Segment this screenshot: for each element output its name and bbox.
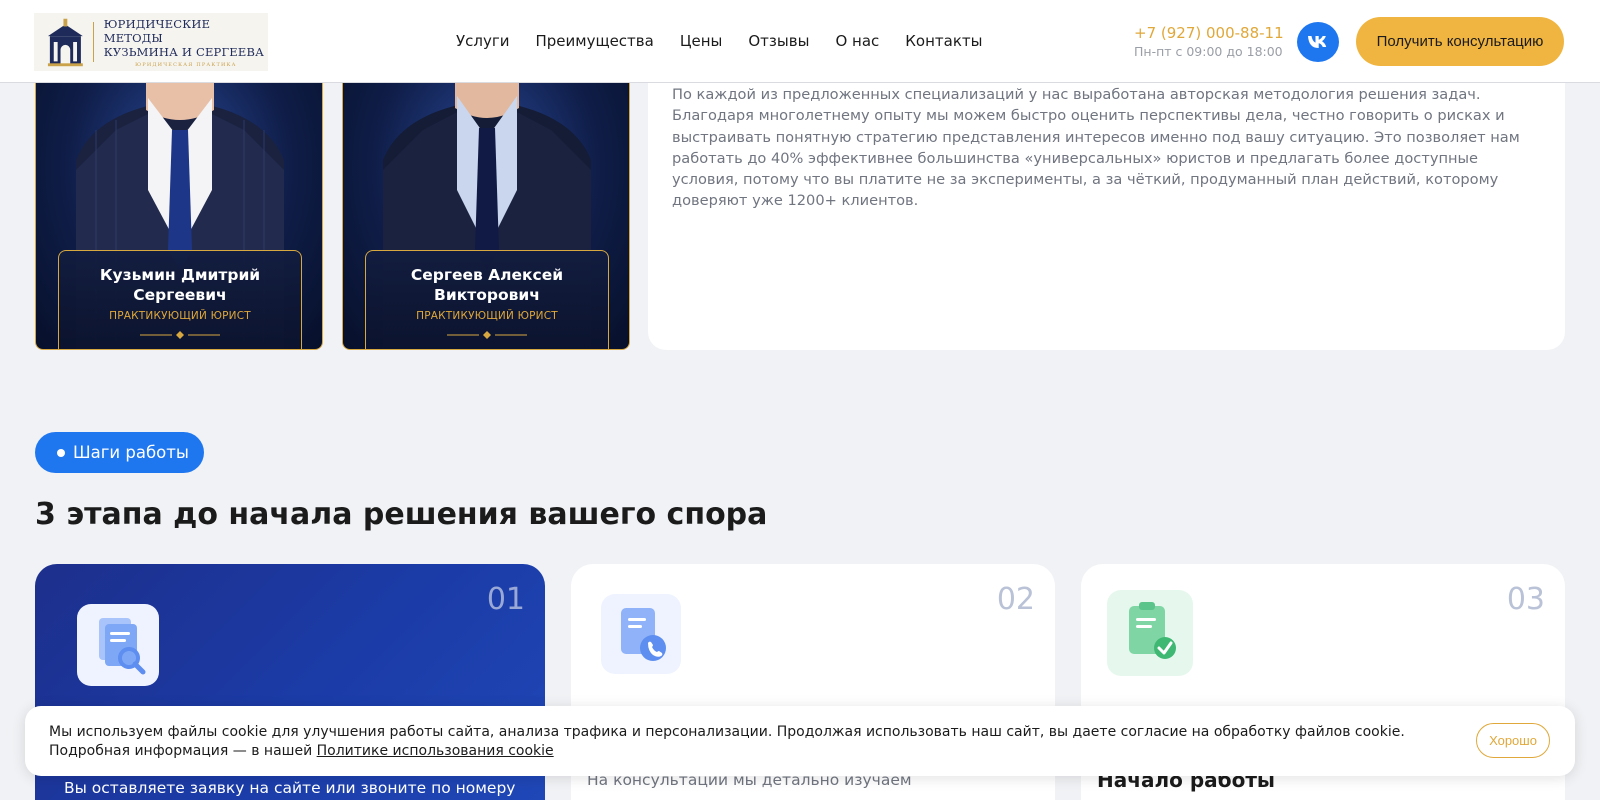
lawyer-card: Сергеев Алексей Викторович ПРАКТИКУЮЩИЙ … — [342, 70, 630, 350]
logo-subtitle: ЮРИДИЧЕСКАЯ ПРАКТИКА — [135, 61, 237, 68]
lawyer-name: Сергеев Алексей Викторович — [410, 266, 564, 304]
main-nav: Услуги Преимущества Цены Отзывы О нас Ко… — [456, 32, 1008, 50]
about-paragraph: По каждой из предложенных специализаций … — [672, 86, 1520, 210]
lawyer-card: Кузьмин Дмитрий Сергеевич ПРАКТИКУЮЩИЙ Ю… — [35, 70, 323, 350]
cookie-banner: Мы используем файлы cookie для улучшения… — [25, 706, 1575, 776]
contact-block: +7 (927) 000-88-11 Пн-пт с 09:00 до 18:0… — [1134, 24, 1284, 59]
lawyer-role: ПРАКТИКУЮЩИЙ ЮРИСТ — [416, 310, 558, 322]
cookie-policy-link[interactable]: Политике использования cookie — [317, 743, 554, 759]
steps-section-title: 3 этапа до начала решения вашего спора — [35, 497, 768, 532]
lawyer-name: Кузьмин Дмитрий Сергеевич — [99, 266, 261, 304]
steps-section-pill: Шаги работы — [35, 432, 204, 473]
lawyer-role: ПРАКТИКУЮЩИЙ ЮРИСТ — [109, 310, 251, 322]
nav-link-services[interactable]: Услуги — [456, 32, 509, 50]
nav-link-advantages[interactable]: Преимущества — [535, 32, 653, 50]
lawyer-nameplate: Кузьмин Дмитрий Сергеевич ПРАКТИКУЮЩИЙ Ю… — [58, 250, 302, 349]
site-logo[interactable]: ЮРИДИЧЕСКИЕ МЕТОДЫ КУЗЬМИНА И СЕРГЕЕВА Ю… — [34, 13, 268, 71]
step-number: 03 — [1506, 582, 1545, 617]
ornament-icon — [447, 331, 527, 339]
nav-link-reviews[interactable]: Отзывы — [748, 32, 809, 50]
cookie-accept-button[interactable]: Хорошо — [1476, 723, 1550, 758]
get-consultation-button[interactable]: Получить консультацию — [1356, 17, 1564, 66]
site-header: ЮРИДИЧЕСКИЕ МЕТОДЫ КУЗЬМИНА И СЕРГЕЕВА Ю… — [0, 0, 1600, 83]
logo-divider — [92, 22, 94, 62]
logo-text: ЮРИДИЧЕСКИЕ МЕТОДЫ КУЗЬМИНА И СЕРГЕЕВА Ю… — [104, 17, 268, 68]
dot-icon — [57, 448, 65, 457]
step-description: Вы оставляете заявку на сайте или звонит… — [64, 779, 516, 797]
working-hours: Пн-пт с 09:00 до 18:00 — [1134, 44, 1283, 59]
document-search-icon — [77, 604, 159, 686]
cookie-text: Мы используем файлы cookie для улучшения… — [49, 723, 1419, 761]
steps-pill-label: Шаги работы — [73, 443, 189, 462]
nav-link-prices[interactable]: Цены — [680, 32, 723, 50]
document-check-icon — [1107, 590, 1193, 676]
vk-button[interactable] — [1297, 22, 1339, 62]
ornament-icon — [140, 331, 220, 339]
nav-link-about[interactable]: О нас — [835, 32, 879, 50]
logo-line-2: КУЗЬМИНА И СЕРГЕЕВА — [103, 44, 265, 59]
building-logo-icon — [47, 18, 83, 67]
step-number: 01 — [486, 582, 525, 617]
document-phone-icon — [601, 594, 681, 674]
about-text-panel: По каждой из предложенных специализаций … — [648, 70, 1565, 350]
vk-icon — [1308, 36, 1327, 48]
nav-link-contacts[interactable]: Контакты — [905, 32, 982, 50]
cookie-message: Мы используем файлы cookie для улучшения… — [49, 724, 1405, 759]
step-number: 02 — [996, 582, 1035, 617]
lawyer-nameplate: Сергеев Алексей Викторович ПРАКТИКУЮЩИЙ … — [365, 250, 609, 349]
phone-link[interactable]: +7 (927) 000-88-11 — [1134, 24, 1284, 42]
logo-line-1: ЮРИДИЧЕСКИЕ МЕТОДЫ — [103, 16, 211, 45]
